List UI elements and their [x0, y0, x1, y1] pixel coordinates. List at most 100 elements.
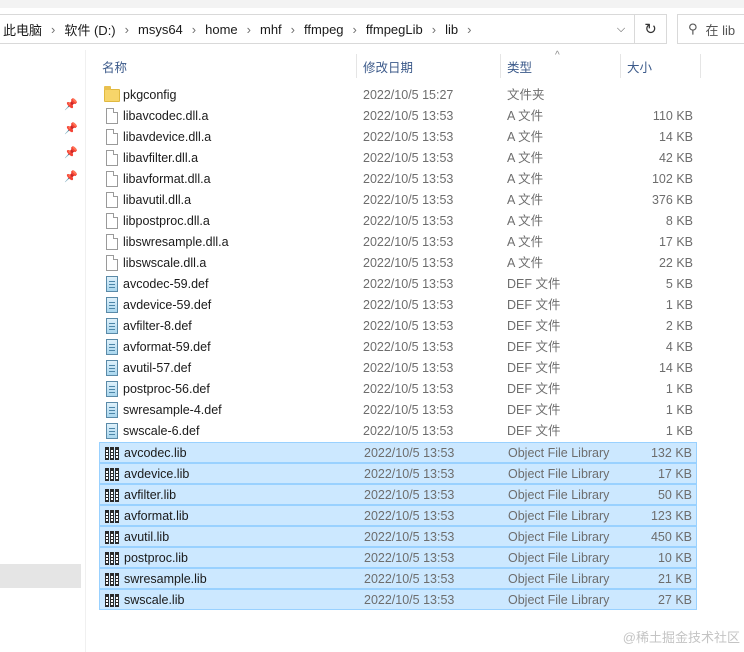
file-name: avdevice.lib: [124, 467, 190, 481]
column-header-type[interactable]: 类型: [501, 50, 619, 82]
lib-file-icon: [105, 571, 121, 588]
file-name: libavfilter.dll.a: [123, 151, 199, 165]
file-row[interactable]: avutil-57.def 2022/10/5 13:53 DEF 文件 14 KB: [99, 358, 697, 379]
file-row[interactable]: avdevice-59.def 2022/10/5 13:53 DEF 文件 1 KB: [99, 295, 697, 316]
file-row[interactable]: avformat.lib 2022/10/5 13:53 Object File L…: [99, 505, 697, 526]
file-date: 2022/10/5 13:53: [364, 467, 455, 481]
breadcrumb-item[interactable]: msys64: [135, 22, 186, 37]
breadcrumb-item[interactable]: mhf: [257, 22, 285, 37]
def-file-icon: [104, 423, 120, 440]
file-name: avcodec.lib: [124, 446, 187, 460]
address-bar[interactable]: 此电脑 › 软件 (D:) › msys64 › home › mhf › ffmpeg › ffmpe…: [0, 14, 667, 44]
address-row: 此电脑 › 软件 (D:) › msys64 › home › mhf › ffmpeg › ffmpe…: [0, 8, 744, 50]
file-name: swresample-4.def: [123, 403, 222, 417]
file-row[interactable]: libswscale.dll.a 2022/10/5 13:53 A 文件 22 KB: [99, 253, 697, 274]
file-row[interactable]: avformat-59.def 2022/10/5 13:53 DEF 文件 4 KB: [99, 337, 697, 358]
file-row[interactable]: libpostproc.dll.a 2022/10/5 13:53 A 文件 8 KB: [99, 211, 697, 232]
file-type: DEF 文件: [507, 319, 561, 333]
breadcrumb-item[interactable]: lib: [442, 22, 461, 37]
def-file-icon: [104, 318, 120, 335]
file-row[interactable]: libavfilter.dll.a 2022/10/5 13:53 A 文件 42 K…: [99, 148, 697, 169]
pin-icon[interactable]: 📌: [64, 170, 78, 184]
file-row[interactable]: avfilter-8.def 2022/10/5 13:53 DEF 文件 2 KB: [99, 316, 697, 337]
file-type: A 文件: [507, 172, 544, 186]
file-size: 2 KB: [665, 319, 693, 333]
file-row[interactable]: pkgconfig 2022/10/5 15:27 文件夹: [99, 85, 697, 106]
file-size: 10 KB: [657, 551, 692, 565]
search-box[interactable]: ⚲ 在 lib: [677, 14, 744, 44]
breadcrumb: 此电脑 › 软件 (D:) › msys64 › home › mhf › ffmpeg › ffmpe…: [0, 15, 608, 43]
file-icon: [104, 108, 120, 125]
file-size: 14 KB: [658, 361, 693, 375]
file-size: 27 KB: [657, 593, 692, 607]
file-type: Object File Library: [508, 509, 610, 523]
column-header-name[interactable]: 名称: [96, 50, 354, 82]
chevron-right-icon[interactable]: ›: [347, 22, 363, 37]
column-header-size[interactable]: 大小: [621, 50, 701, 82]
file-row[interactable]: avcodec-59.def 2022/10/5 13:53 DEF 文件 5 KB: [99, 274, 697, 295]
nav-selected-item[interactable]: [0, 564, 81, 588]
file-date: 2022/10/5 13:53: [363, 256, 454, 270]
file-size: 376 KB: [651, 193, 693, 207]
file-type: DEF 文件: [507, 277, 561, 291]
column-divider[interactable]: [700, 54, 701, 78]
file-name: pkgconfig: [123, 88, 177, 102]
file-row[interactable]: swscale.lib 2022/10/5 13:53 Object File Li…: [99, 589, 697, 610]
file-row[interactable]: libavutil.dll.a 2022/10/5 13:53 A 文件 376 KB: [99, 190, 697, 211]
file-type: A 文件: [507, 235, 544, 249]
pin-icon[interactable]: 📌: [64, 146, 78, 160]
file-row[interactable]: libavformat.dll.a 2022/10/5 13:53 A 文件 102 …: [99, 169, 697, 190]
file-type: A 文件: [507, 151, 544, 165]
column-header-date[interactable]: 修改日期: [357, 50, 499, 82]
pin-icon[interactable]: 📌: [64, 122, 78, 136]
chevron-right-icon[interactable]: ›: [285, 22, 301, 37]
file-row[interactable]: libavcodec.dll.a 2022/10/5 13:53 A 文件 110 K…: [99, 106, 697, 127]
file-date: 2022/10/5 13:53: [363, 130, 454, 144]
lib-file-icon: [105, 592, 121, 609]
file-row[interactable]: avutil.lib 2022/10/5 13:53 Object File Lib…: [99, 526, 697, 547]
chevron-right-icon[interactable]: ›: [119, 22, 135, 37]
file-type: DEF 文件: [507, 361, 561, 375]
chevron-right-icon[interactable]: ›: [461, 22, 477, 37]
chevron-right-icon[interactable]: ›: [186, 22, 202, 37]
file-icon: [104, 129, 120, 146]
file-icon: [104, 255, 120, 272]
file-name: postproc-56.def: [123, 382, 210, 396]
file-row[interactable]: libavdevice.dll.a 2022/10/5 13:53 A 文件 14 K…: [99, 127, 697, 148]
def-file-icon: [104, 339, 120, 356]
file-date: 2022/10/5 13:53: [363, 151, 454, 165]
file-row[interactable]: avdevice.lib 2022/10/5 13:53 Object File L…: [99, 463, 697, 484]
chevron-right-icon[interactable]: ›: [241, 22, 257, 37]
file-name: libavformat.dll.a: [123, 172, 211, 186]
breadcrumb-item[interactable]: ffmpegLib: [363, 22, 426, 37]
file-row[interactable]: postproc-56.def 2022/10/5 13:53 DEF 文件 1 KB: [99, 379, 697, 400]
file-row[interactable]: postproc.lib 2022/10/5 13:53 Object File L…: [99, 547, 697, 568]
address-dropdown-icon[interactable]: ⌵: [608, 15, 634, 43]
breadcrumb-item[interactable]: 软件 (D:): [61, 20, 118, 39]
file-name: libavdevice.dll.a: [123, 130, 212, 144]
breadcrumb-item[interactable]: 此电脑: [0, 20, 45, 39]
file-date: 2022/10/5 13:53: [363, 424, 454, 438]
chevron-right-icon[interactable]: ›: [426, 22, 442, 37]
file-type: Object File Library: [508, 488, 610, 502]
file-name: libavcodec.dll.a: [123, 109, 209, 123]
file-row[interactable]: swresample.lib 2022/10/5 13:53 Object File…: [99, 568, 697, 589]
breadcrumb-item[interactable]: ffmpeg: [301, 22, 347, 37]
file-row[interactable]: swresample-4.def 2022/10/5 13:53 DEF 文件 1 K…: [99, 400, 697, 421]
chevron-right-icon[interactable]: ›: [45, 22, 61, 37]
file-row[interactable]: swscale-6.def 2022/10/5 13:53 DEF 文件 1 KB: [99, 421, 697, 442]
breadcrumb-item[interactable]: home: [202, 22, 241, 37]
file-row[interactable]: avcodec.lib 2022/10/5 13:53 Object File Li…: [99, 442, 697, 463]
file-name: avutil.lib: [124, 530, 170, 544]
file-row[interactable]: libswresample.dll.a 2022/10/5 13:53 A 文件 17…: [99, 232, 697, 253]
file-size: 17 KB: [657, 467, 692, 481]
refresh-icon[interactable]: ↻: [634, 15, 666, 43]
file-name: avfilter.lib: [124, 488, 177, 502]
file-icon: [104, 171, 120, 188]
file-name: postproc.lib: [124, 551, 188, 565]
file-row[interactable]: avfilter.lib 2022/10/5 13:53 Object File L…: [99, 484, 697, 505]
def-file-icon: [104, 402, 120, 419]
file-date: 2022/10/5 13:53: [364, 509, 455, 523]
file-date: 2022/10/5 13:53: [363, 193, 454, 207]
pin-icon[interactable]: 📌: [64, 98, 78, 112]
